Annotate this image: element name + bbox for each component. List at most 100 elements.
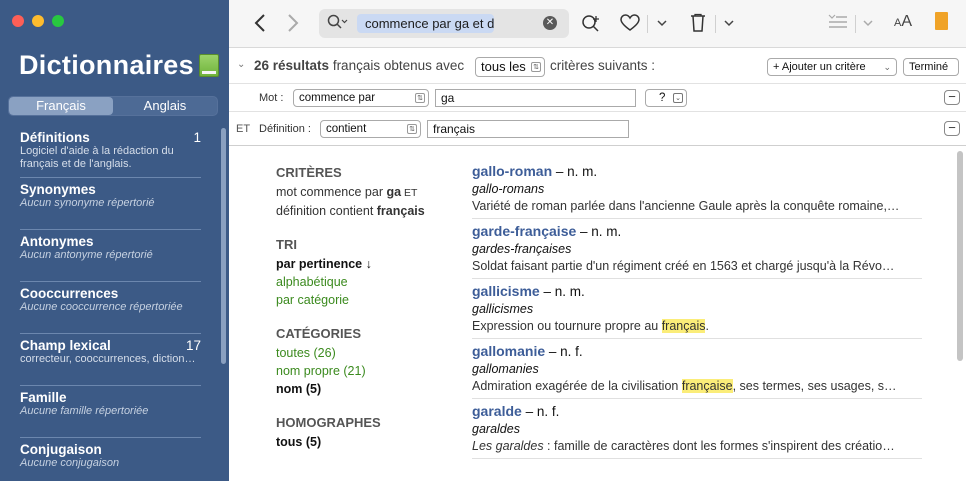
match-mode-select[interactable]: tous les ⇅ bbox=[475, 57, 545, 77]
sidebar-item-subtitle: Aucune conjugaison bbox=[20, 457, 120, 469]
sidebar-item-champ-lexical[interactable]: Champ lexical 17 correcteur, cooccurrence… bbox=[20, 338, 201, 366]
search-field[interactable]: commence par ga et dé… ✕ bbox=[319, 9, 569, 38]
criteria-line-2: définition contient français bbox=[276, 202, 451, 220]
count-badge: 1 bbox=[193, 130, 201, 145]
divider bbox=[647, 15, 648, 33]
chevron-left-icon[interactable] bbox=[254, 13, 266, 37]
sidebar-scrollbar[interactable] bbox=[221, 128, 226, 364]
remove-criterion-button[interactable]: − bbox=[944, 121, 960, 136]
result-variant: garaldes bbox=[472, 422, 520, 436]
search-token[interactable]: commence par ga et dé… bbox=[357, 14, 494, 33]
definition-italic: Les garaldes bbox=[472, 439, 544, 453]
criterion-value-field[interactable]: ga bbox=[435, 89, 636, 107]
done-button[interactable]: Terminé bbox=[903, 58, 959, 76]
criteria-text: mot commence par bbox=[276, 185, 387, 199]
result-word[interactable]: gallicisme bbox=[472, 283, 540, 299]
wildcard-label: ? bbox=[659, 92, 666, 104]
minimize-window-button[interactable] bbox=[32, 15, 44, 27]
trash-icon[interactable] bbox=[689, 13, 707, 37]
clear-search-icon[interactable]: ✕ bbox=[543, 16, 557, 30]
result-definition: Variété de roman parlée dans l'ancienne … bbox=[472, 198, 922, 215]
zoom-window-button[interactable] bbox=[52, 15, 64, 27]
divider bbox=[20, 177, 201, 178]
definition-text: Soldat faisant partie d'un régiment créé… bbox=[472, 259, 895, 273]
result-item[interactable]: gallicisme – n. m. gallicismes Expressio… bbox=[472, 283, 922, 335]
add-criterion-button[interactable]: + Ajouter un critère ⌄ bbox=[767, 58, 897, 76]
app-title: Dictionnaires bbox=[19, 50, 219, 81]
criterion-value-field[interactable]: français bbox=[427, 120, 629, 138]
sidebar-item-antonymes[interactable]: Antonymes Aucun antonyme répertorié bbox=[20, 234, 201, 262]
list-lines-icon[interactable] bbox=[827, 14, 849, 36]
search-icon[interactable] bbox=[327, 14, 349, 34]
result-definition: Expression ou tournure propre au françai… bbox=[472, 318, 922, 335]
results-area: CRITÈRES mot commence par ga ET définiti… bbox=[229, 148, 966, 481]
sidebar-item-conjugaison[interactable]: Conjugaison Aucune conjugaison bbox=[20, 442, 201, 470]
tab-anglais[interactable]: Anglais bbox=[113, 97, 217, 115]
close-window-button[interactable] bbox=[12, 15, 24, 27]
sidebar-item-subtitle: Aucun synonyme répertorié bbox=[20, 197, 155, 209]
sort-option-relevance[interactable]: par pertinence ↓ bbox=[276, 255, 451, 273]
operator-select[interactable]: contient ⇅ bbox=[320, 120, 421, 138]
result-pos: – n. m. bbox=[552, 164, 598, 179]
chevron-updown-icon: ⇅ bbox=[407, 124, 417, 134]
chevron-down-icon[interactable] bbox=[724, 14, 734, 36]
done-label: Terminé bbox=[909, 61, 949, 73]
sidebar-item-synonymes[interactable]: Synonymes Aucun synonyme répertorié bbox=[20, 182, 201, 210]
window-controls bbox=[12, 15, 64, 27]
dictionary-book-icon[interactable] bbox=[935, 12, 948, 30]
result-item[interactable]: gallomanie – n. f. gallomanies Admiratio… bbox=[472, 343, 922, 395]
definition-text: . bbox=[705, 319, 709, 333]
remove-criterion-button[interactable]: − bbox=[944, 90, 960, 105]
result-word[interactable]: garde-française bbox=[472, 223, 576, 239]
criteria-line-1: mot commence par ga ET bbox=[276, 183, 451, 202]
results-scrollbar[interactable] bbox=[957, 151, 963, 361]
definition-text: , ses termes, ses usages, s… bbox=[732, 379, 897, 393]
divider bbox=[20, 437, 201, 438]
heart-icon[interactable] bbox=[620, 14, 640, 36]
language-segmented-control: Français Anglais bbox=[8, 96, 218, 116]
sidebar-item-definitions[interactable]: Définitions 1 Logiciel d'aide à la rédact… bbox=[20, 130, 201, 171]
chevron-right-icon[interactable] bbox=[287, 13, 299, 37]
chevron-down-icon[interactable] bbox=[863, 14, 873, 36]
result-word[interactable]: gallomanie bbox=[472, 343, 545, 359]
results-count: 26 résultats bbox=[254, 58, 330, 73]
result-word[interactable]: garalde bbox=[472, 403, 522, 419]
sidebar-item-famille[interactable]: Famille Aucune famille répertoriée bbox=[20, 390, 201, 418]
highlighted-term: française bbox=[681, 379, 733, 393]
sidebar-item-subtitle: Logiciel d'aide à la rédaction du frança… bbox=[20, 145, 174, 170]
chevron-down-icon: ⌄ bbox=[673, 93, 683, 103]
result-definition: Admiration exagérée de la civilisation f… bbox=[472, 378, 922, 395]
wildcard-button[interactable]: ? ⌄ bbox=[645, 89, 687, 107]
result-item[interactable]: garde-française – n. m. gardes-française… bbox=[472, 223, 922, 275]
result-item[interactable]: garalde – n. f. garaldes Les garaldes : … bbox=[472, 403, 922, 455]
homograph-option-all[interactable]: tous (5) bbox=[276, 433, 451, 451]
text-size-button[interactable]: AA bbox=[894, 13, 912, 31]
criteria-bold: ga bbox=[386, 185, 402, 199]
category-option-proper-noun[interactable]: nom propre (21) bbox=[276, 362, 451, 380]
sort-heading: TRI bbox=[276, 237, 297, 252]
result-item[interactable]: gallo-roman – n. m. gallo-romans Variété… bbox=[472, 163, 922, 215]
toolbar: commence par ga et dé… ✕ AA bbox=[229, 0, 966, 48]
divider bbox=[855, 15, 856, 33]
chevron-down-icon[interactable]: ⌄ bbox=[237, 59, 245, 70]
category-option-noun[interactable]: nom (5) bbox=[276, 380, 451, 398]
criteria-text: critères suivants : bbox=[550, 58, 656, 73]
homographs-heading: HOMOGRAPHES bbox=[276, 415, 381, 430]
chevron-down-icon[interactable] bbox=[657, 14, 667, 36]
operator-select[interactable]: commence par ⇅ bbox=[293, 89, 429, 107]
chevron-down-icon: ⌄ bbox=[883, 62, 891, 72]
sidebar-item-cooccurrences[interactable]: Cooccurrences Aucune cooccurrence répert… bbox=[20, 286, 201, 314]
result-word[interactable]: gallo-roman bbox=[472, 163, 552, 179]
sort-option-alphabetical[interactable]: alphabétique bbox=[276, 273, 451, 291]
tab-francais[interactable]: Français bbox=[9, 97, 113, 115]
definition-text: Admiration exagérée de la civilisation bbox=[472, 379, 682, 393]
result-definition: Les garaldes : famille de caractères don… bbox=[472, 438, 922, 455]
sort-option-category[interactable]: par catégorie bbox=[276, 291, 451, 309]
divider bbox=[472, 398, 922, 399]
zoom-in-icon[interactable] bbox=[581, 14, 601, 38]
criteria-text: définition contient bbox=[276, 204, 377, 218]
category-option-all[interactable]: toutes (26) bbox=[276, 344, 451, 362]
sidebar-item-label: Synonymes bbox=[20, 182, 96, 197]
criterion-row-mot: Mot : commence par ⇅ ga ? ⌄ − bbox=[229, 84, 966, 112]
results-text: français obtenus avec bbox=[332, 58, 465, 73]
